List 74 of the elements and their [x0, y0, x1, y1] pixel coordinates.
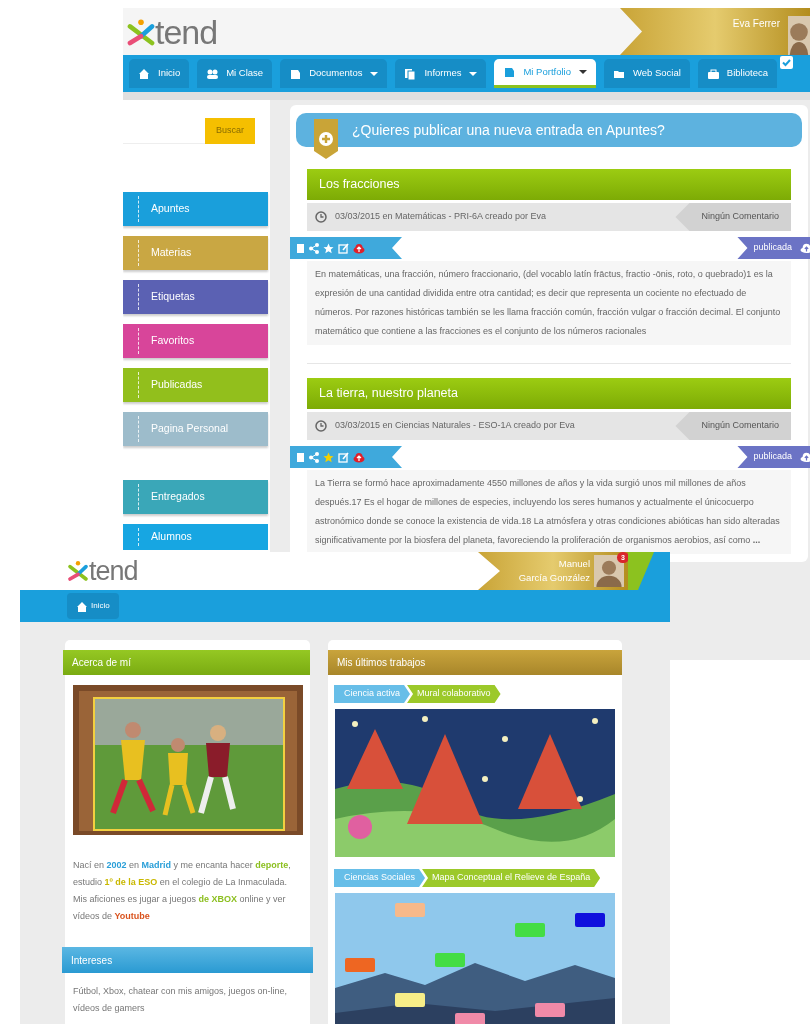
sidebar-item[interactable]: Etiquetas	[123, 280, 268, 314]
section-header: Intereses	[62, 947, 313, 973]
nav-tab[interactable]: Biblioteca	[697, 59, 778, 88]
section-header: Mis últimos trabajos	[328, 650, 622, 675]
user-name: Eva Ferrer	[732, 17, 780, 31]
post-excerpt: La Tierra se formó hace aproximadamente 4550 millones de años y la vida surgió unos mil millones de años después.17 Es el hogar de millones de especies, incluyendo los seres humanos y actualmente el únicocuerpo astronómico donde se conoce la existencia de vida.18 La atmósfera y otras condiciones abióticas han sido alteradas significativamente por la biosfera del planeta, favoreciendo la proliferación de organismos aerobios, así como ...	[307, 470, 791, 554]
post-meta: 03/03/2015 en Ciencias Naturales - ESO-1A creado por Eva	[335, 419, 575, 433]
user-ribbon[interactable]: Eva Ferrer	[620, 8, 810, 55]
interests-text: Fútbol, Xbox, chatear con mis amigos, juegos on-line, vídeos de gamers	[73, 985, 289, 1015]
nav-tab[interactable]: Mi Clase	[197, 59, 273, 88]
comments-label[interactable]: Ningún Comentario	[675, 412, 791, 440]
text-link[interactable]: 2002	[106, 860, 127, 870]
text-link[interactable]: 1º de la ESO	[104, 877, 158, 887]
category-tag[interactable]: Ciencia activa	[334, 685, 411, 703]
people-icon	[206, 67, 219, 80]
home-icon	[138, 67, 150, 80]
edit-icon[interactable]	[338, 451, 349, 463]
sidebar-item[interactable]: Materias	[123, 236, 268, 270]
logo-icon	[127, 17, 155, 46]
clock-icon	[315, 211, 327, 223]
text-link[interactable]: Youtube	[114, 911, 150, 921]
post-excerpt: En matemáticas, una fracción, número fraccionario, (del vocablo latín frāctus, fractio -ōnis, roto, o quebrado)1 es la expresión de una cantidad dividida entre otra cantidad; es decir que representa un cociente no efectuado de números. Por razones históricas también se les llama fracción común, fracción vulgar o fracción decimal. El conjunto matemático que contiene a las fracciones es el conjunto de los números racionales	[307, 261, 791, 345]
banner[interactable]: ¿Quieres publicar una nueva entrada en Apuntes?	[296, 113, 802, 147]
sidebar-item[interactable]: Apuntes	[123, 192, 268, 226]
cloud-icon[interactable]	[353, 451, 365, 463]
status-label[interactable]: publicada	[737, 237, 810, 259]
book-icon	[503, 66, 516, 78]
post-meta: 03/03/2015 en Matemáticas - PRI-6A creado por Eva	[335, 210, 547, 224]
nav-tab[interactable]: Inicio	[67, 593, 119, 619]
book-icon	[289, 67, 302, 80]
avatar-icon	[594, 555, 624, 587]
sidebar-item[interactable]: Publicadas	[123, 368, 268, 402]
sidebar-item[interactable]: Favoritos	[123, 324, 268, 358]
user-last-name: García González	[518, 571, 590, 585]
work-title-tag[interactable]: Mural colaborativo	[407, 685, 501, 703]
avatar-icon	[788, 16, 810, 56]
document-icon[interactable]	[296, 242, 305, 254]
home-icon	[76, 600, 87, 612]
text-link[interactable]: Madrid	[141, 860, 172, 870]
star-icon[interactable]	[323, 242, 334, 254]
logo-icon	[67, 560, 89, 582]
user-first-name: Manuel	[557, 557, 590, 571]
post-title[interactable]: La tierra, nuestro planeta	[307, 378, 791, 409]
document-icon[interactable]	[296, 451, 305, 463]
logo-text: tend	[89, 557, 138, 585]
add-ribbon-icon	[314, 119, 338, 159]
work-title-tag[interactable]: Mapa Conceptual el Relieve de España	[422, 869, 601, 887]
cloud-upload-icon	[800, 243, 810, 253]
nav-tab[interactable]: Web Social	[603, 59, 690, 88]
nav-tab[interactable]: Inicio	[129, 59, 190, 88]
about-text: Nací en 2002 en Madrid y me encanta hacer deporte, estudio 1º de la ESO en el colegio de La Inmaculada. Mis aficiones es jugar a juegos de XBOX online y ver vídeos de Youtube	[73, 859, 292, 923]
share-icon[interactable]	[309, 451, 319, 463]
cloud-icon[interactable]	[353, 242, 365, 254]
cloud-upload-icon	[800, 452, 810, 462]
nav-tab[interactable]: Documentos	[280, 59, 388, 88]
share-icon[interactable]	[309, 242, 319, 254]
comments-label[interactable]: Ningún Comentario	[675, 203, 791, 231]
nav-tab[interactable]: Mi Portfolio	[494, 59, 596, 88]
search-button[interactable]: Buscar	[205, 118, 255, 144]
sidebar-item[interactable]: Alumnos	[123, 524, 268, 550]
clock-icon	[315, 420, 327, 432]
edit-icon[interactable]	[338, 242, 349, 254]
documents-icon	[404, 67, 417, 80]
sidebar-item[interactable]: Entregados	[123, 480, 268, 514]
category-tag[interactable]: Ciencias Sociales	[334, 869, 426, 887]
logo-text: tend	[155, 14, 218, 49]
status-label[interactable]: publicada	[737, 446, 810, 468]
nav-tab[interactable]: Informes	[395, 59, 487, 88]
text-link[interactable]: de XBOX	[198, 894, 238, 904]
star-icon[interactable]	[323, 451, 334, 463]
section-header: Acerca de mí	[63, 650, 310, 675]
briefcase-icon	[706, 67, 719, 80]
post-title[interactable]: Los fracciones	[307, 169, 791, 200]
sidebar-item[interactable]: Pagina Personal	[123, 412, 268, 446]
